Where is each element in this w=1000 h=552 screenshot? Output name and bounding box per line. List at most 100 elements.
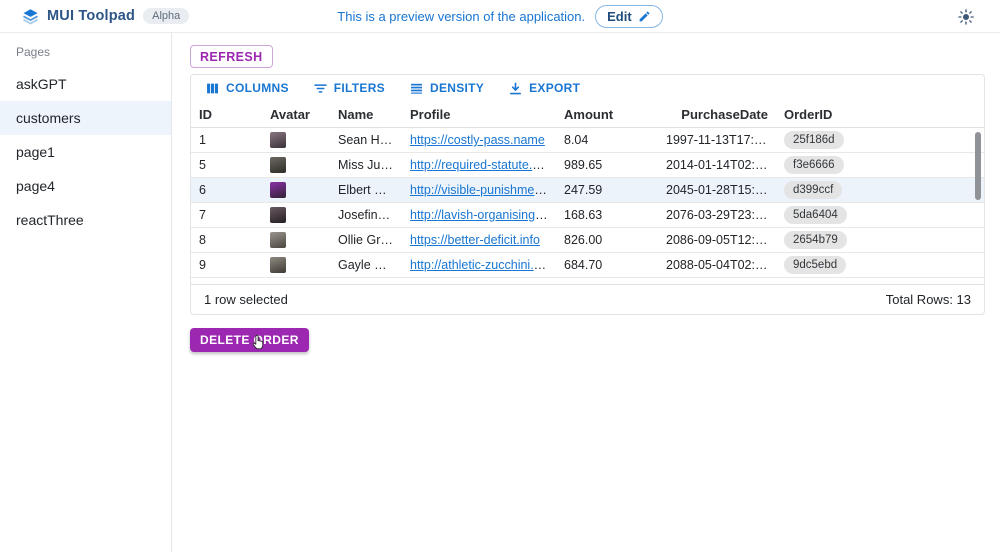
table-row-1[interactable]: 1 Sean Harris https://costly-pass.name 8… xyxy=(191,128,984,153)
cell-name: Ollie Green… xyxy=(330,233,402,247)
order-id-chip: 5da6404 xyxy=(784,206,847,224)
column-header-orderid[interactable]: OrderID xyxy=(776,107,984,122)
topbar-brand: MUI Toolpad Alpha xyxy=(0,8,189,25)
grid-footer: 1 row selected Total Rows: 13 xyxy=(191,284,984,314)
profile-link[interactable]: https://better-deficit.info xyxy=(410,233,540,247)
sidebar-item-page4[interactable]: page4 xyxy=(0,169,171,203)
cell-purchasedate: 2088-05-04T02:31:03.294Z xyxy=(658,258,776,272)
view-columns-icon xyxy=(205,81,220,96)
alpha-badge: Alpha xyxy=(143,8,189,24)
filters-button[interactable]: FILTERS xyxy=(308,79,390,98)
cell-amount: 8.04 xyxy=(556,133,658,147)
sidebar-item-askgpt[interactable]: askGPT xyxy=(0,67,171,101)
cell-name: Sean Harris xyxy=(330,133,402,147)
theme-toggle-button[interactable] xyxy=(954,5,978,29)
cell-id: 6 xyxy=(191,183,262,197)
grid-header-row: ID Avatar Name Profile Amount PurchaseDa… xyxy=(191,101,984,128)
cell-profile: http://lavish-organising.name xyxy=(402,208,556,222)
column-header-profile[interactable]: Profile xyxy=(402,107,556,122)
cell-amount: 826.00 xyxy=(556,233,658,247)
table-row-3-selected[interactable]: 6 Elbert McL… http://visible-punishment.… xyxy=(191,178,984,203)
cell-profile: https://costly-pass.name xyxy=(402,133,556,147)
cell-avatar xyxy=(262,207,330,223)
cell-id: 8 xyxy=(191,233,262,247)
profile-link[interactable]: http://lavish-organising.name xyxy=(410,208,556,222)
sidebar-section-label: Pages xyxy=(0,41,171,63)
avatar-image xyxy=(270,207,286,223)
cell-purchasedate: 2045-01-28T15:40:06.325Z xyxy=(658,183,776,197)
main-content: REFRESH COLUMNS xyxy=(172,33,1000,552)
edit-button[interactable]: Edit xyxy=(595,5,663,28)
cell-profile: https://better-deficit.info xyxy=(402,233,556,247)
refresh-button[interactable]: REFRESH xyxy=(190,45,273,68)
cell-amount: 684.70 xyxy=(556,258,658,272)
profile-link[interactable]: http://visible-punishment.net xyxy=(410,183,556,197)
cell-id: 1 xyxy=(191,133,262,147)
cell-avatar xyxy=(262,257,330,273)
cell-avatar xyxy=(262,232,330,248)
cell-profile: http://visible-punishment.net xyxy=(402,183,556,197)
cell-amount: 168.63 xyxy=(556,208,658,222)
table-row-6[interactable]: 9 Gayle Den… http://athletic-zucchini.or… xyxy=(191,253,984,278)
cell-name: Josefina P… xyxy=(330,208,402,222)
grid-toolbar: COLUMNS FILTERS xyxy=(191,75,984,101)
cell-amount: 989.65 xyxy=(556,158,658,172)
cell-purchasedate: 2014-01-14T02:37:28.536Z xyxy=(658,158,776,172)
cell-purchasedate: 2086-09-05T12:37:27.015Z xyxy=(658,233,776,247)
delete-order-button[interactable]: DELETE ORDER xyxy=(190,328,309,352)
column-header-purchasedate[interactable]: PurchaseDate xyxy=(658,107,776,122)
table-row-2[interactable]: 5 Miss Juan … http://required-statute.or… xyxy=(191,153,984,178)
avatar-image xyxy=(270,257,286,273)
cell-id: 5 xyxy=(191,158,262,172)
cell-avatar xyxy=(262,132,330,148)
topbar: MUI Toolpad Alpha This is a preview vers… xyxy=(0,0,1000,33)
filter-lines-icon xyxy=(313,81,328,96)
export-button[interactable]: EXPORT xyxy=(503,79,585,98)
column-header-name[interactable]: Name xyxy=(330,107,402,122)
columns-button[interactable]: COLUMNS xyxy=(200,79,294,98)
cell-amount: 247.59 xyxy=(556,183,658,197)
cell-avatar xyxy=(262,157,330,173)
column-header-avatar[interactable]: Avatar xyxy=(262,107,330,122)
edit-button-label: Edit xyxy=(607,9,632,24)
cell-id: 7 xyxy=(191,208,262,222)
cell-orderid: d399ccf xyxy=(776,181,984,199)
cell-orderid: 5da6404 xyxy=(776,206,984,224)
profile-link[interactable]: http://athletic-zucchini.org xyxy=(410,258,552,272)
avatar-image xyxy=(270,132,286,148)
export-button-label: EXPORT xyxy=(529,81,580,95)
total-rows-count: Total Rows: 13 xyxy=(886,292,971,307)
cell-profile: http://athletic-zucchini.org xyxy=(402,258,556,272)
sidebar-item-customers[interactable]: customers xyxy=(0,101,171,135)
app-title: MUI Toolpad xyxy=(47,8,135,24)
download-icon xyxy=(508,81,523,96)
sidebar-item-page1[interactable]: page1 xyxy=(0,135,171,169)
vertical-scrollbar-thumb[interactable] xyxy=(975,132,981,200)
cell-orderid: f3e6666 xyxy=(776,156,984,174)
selection-status: 1 row selected xyxy=(204,292,288,307)
sidebar: Pages askGPT customers page1 page4 react… xyxy=(0,33,172,552)
density-button-label: DENSITY xyxy=(430,81,484,95)
pencil-icon xyxy=(638,10,651,23)
avatar-image xyxy=(270,182,286,198)
cell-orderid: 25f186d xyxy=(776,131,984,149)
order-id-chip: 9dc5ebd xyxy=(784,256,846,274)
order-id-chip: d399ccf xyxy=(784,181,842,199)
table-row-4[interactable]: 7 Josefina P… http://lavish-organising.n… xyxy=(191,203,984,228)
sidebar-nav: askGPT customers page1 page4 reactThree xyxy=(0,67,171,237)
order-id-chip: f3e6666 xyxy=(784,156,844,174)
sidebar-item-reactthree[interactable]: reactThree xyxy=(0,203,171,237)
profile-link[interactable]: http://required-statute.org xyxy=(410,158,550,172)
avatar-image xyxy=(270,157,286,173)
cell-avatar xyxy=(262,182,330,198)
profile-link[interactable]: https://costly-pass.name xyxy=(410,133,545,147)
avatar-image xyxy=(270,232,286,248)
grid-rows: 1 Sean Harris https://costly-pass.name 8… xyxy=(191,128,984,278)
table-row-5[interactable]: 8 Ollie Green… https://better-deficit.in… xyxy=(191,228,984,253)
cell-name: Gayle Den… xyxy=(330,258,402,272)
density-button[interactable]: DENSITY xyxy=(404,79,489,98)
cell-id: 9 xyxy=(191,258,262,272)
column-header-id[interactable]: ID xyxy=(191,107,262,122)
column-header-amount[interactable]: Amount xyxy=(556,107,658,122)
toolpad-logo-icon xyxy=(22,8,39,25)
